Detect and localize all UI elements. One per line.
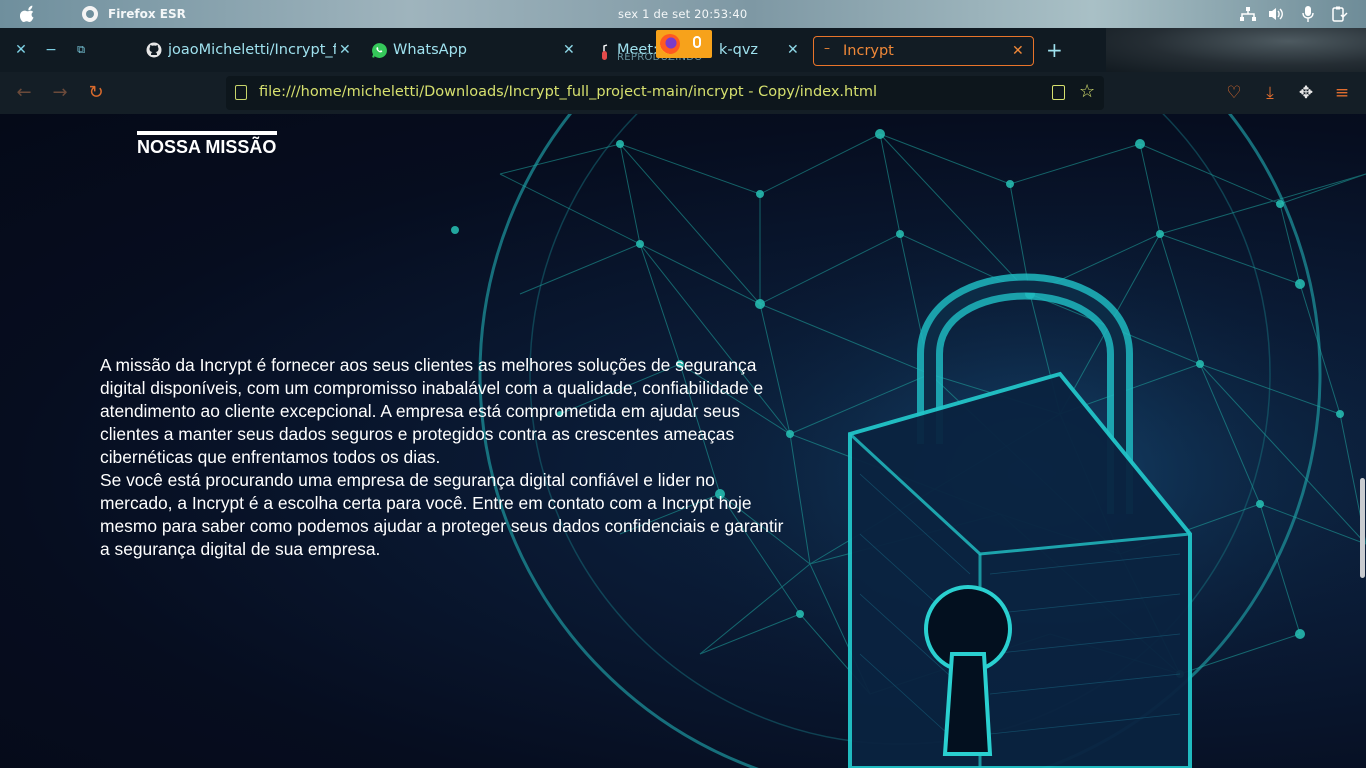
tab-close-icon[interactable]: ✕ [1012, 43, 1024, 59]
navigation-bar: ← → ↻ file:///home/micheletti/Downloads/… [0, 72, 1366, 114]
clipboard-icon[interactable] [1330, 6, 1348, 22]
tab-whatsapp[interactable]: WhatsApp ✕ [366, 36, 584, 66]
firefox-icon [660, 34, 680, 54]
microphone-muted-icon [601, 44, 608, 60]
vertical-scrollbar[interactable] [1360, 478, 1365, 578]
clock[interactable]: sex 1 de set 20:53:40 [618, 7, 747, 21]
bookmark-star-icon[interactable]: ☆ [1079, 81, 1095, 102]
window-restore-icon[interactable]: ⧉ [73, 42, 89, 58]
extensions-icon[interactable]: ✥ [1295, 82, 1317, 104]
theme-decoration [1106, 28, 1366, 72]
network-icon[interactable] [1239, 6, 1257, 22]
back-arrow-icon[interactable]: ← [13, 82, 35, 104]
system-top-bar: Firefox ESR sex 1 de set 20:53:40 [0, 0, 1366, 28]
reader-view-icon[interactable] [1052, 85, 1065, 100]
tab-label: joaoMicheletti/Incrypt_fu [168, 42, 336, 58]
loading-icon: – [824, 41, 830, 55]
microphone-icon [693, 36, 701, 48]
whatsapp-icon [372, 43, 387, 58]
url-text[interactable]: file:///home/micheletti/Downloads/Incryp… [259, 84, 877, 100]
reload-icon[interactable]: ↻ [85, 82, 107, 104]
microphone-icon[interactable] [1299, 6, 1317, 22]
file-icon [235, 85, 247, 100]
new-tab-button[interactable]: + [1046, 40, 1063, 60]
mission-text: A missão da Incrypt é fornecer aos seus … [100, 354, 786, 561]
window-minimize-icon[interactable]: − [43, 42, 59, 58]
apple-logo-icon[interactable] [20, 5, 36, 23]
active-app-name[interactable]: Firefox ESR [108, 7, 186, 21]
pocket-icon[interactable]: ♡ [1223, 82, 1245, 104]
page-content: NOSSA MISSÃO A missão da Incrypt é forne… [0, 114, 1366, 768]
sharing-indicator[interactable] [656, 30, 712, 58]
tab-close-icon[interactable]: ✕ [339, 42, 351, 58]
tab-close-icon[interactable]: ✕ [563, 42, 575, 58]
tab-incrypt[interactable]: – Incrypt ✕ [813, 36, 1034, 66]
volume-icon[interactable] [1267, 6, 1285, 22]
tab-label: Incrypt [843, 43, 894, 59]
tab-github[interactable]: joaoMicheletti/Incrypt_fu ✕ [140, 36, 358, 66]
window-close-icon[interactable]: ✕ [13, 42, 29, 58]
tab-label: WhatsApp [393, 42, 467, 58]
mission-paragraph-1: A missão da Incrypt é fornecer aos seus … [100, 355, 764, 467]
downloads-icon[interactable]: ⤓ [1259, 82, 1281, 104]
forward-arrow-icon[interactable]: → [49, 82, 71, 104]
url-bar[interactable]: file:///home/micheletti/Downloads/Incryp… [226, 76, 1104, 110]
tab-label-tail: k-qvz [719, 42, 759, 58]
section-title: NOSSA MISSÃO [137, 137, 277, 157]
github-icon [146, 42, 162, 58]
firefox-icon [82, 6, 98, 22]
menu-icon[interactable]: ≡ [1331, 82, 1353, 104]
section-title-underline [137, 131, 277, 135]
mission-paragraph-2: Se você está procurando uma empresa de s… [100, 470, 784, 559]
tab-close-icon[interactable]: ✕ [787, 42, 799, 58]
